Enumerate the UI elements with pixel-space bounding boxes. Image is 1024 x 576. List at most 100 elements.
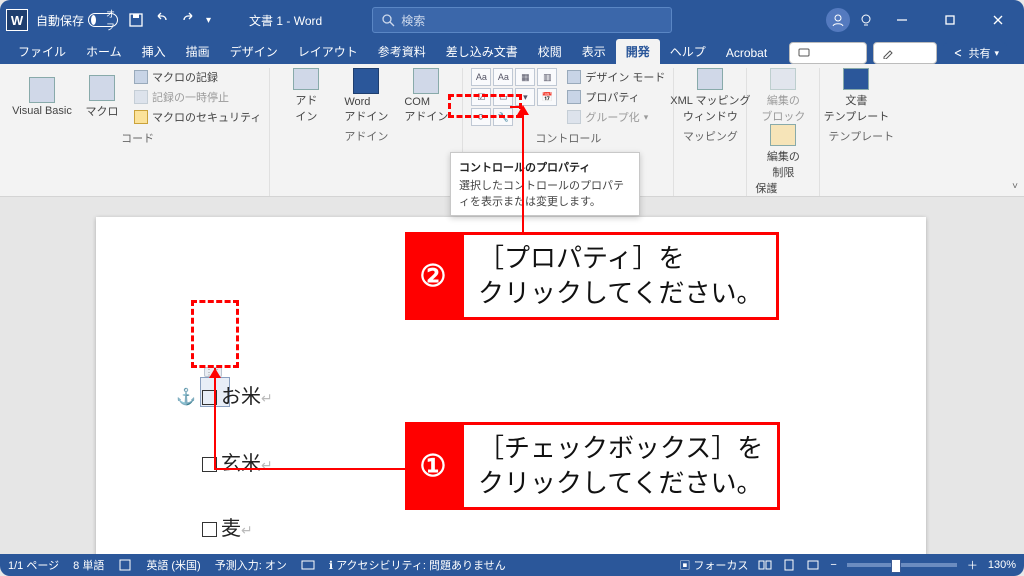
group-code: Visual Basic マクロ マクロの記録 記録の一時停止 マクロのセキュリ…	[6, 68, 270, 196]
group-controls-button[interactable]: グループ化▾	[567, 108, 665, 126]
callout-2-number: ②	[405, 232, 461, 320]
addins-button[interactable]: アド イン	[278, 68, 334, 124]
comments-button[interactable]: コメント	[789, 42, 867, 64]
status-page[interactable]: 1/1 ページ	[8, 557, 59, 573]
search-box[interactable]: 検索	[372, 7, 672, 33]
word-addins-button[interactable]: Word アドイン	[338, 68, 394, 124]
tab-developer[interactable]: 開発	[616, 39, 660, 64]
template-icon	[843, 68, 869, 90]
com-addins-button[interactable]: COM アドイン	[398, 68, 454, 124]
save-icon[interactable]	[128, 12, 144, 28]
undo-icon[interactable]	[154, 12, 170, 28]
buildingblock-control-icon[interactable]: ▥	[537, 68, 557, 86]
zoom-out-button[interactable]: −	[830, 559, 836, 571]
macro-icon	[89, 75, 115, 101]
share-icon	[952, 47, 964, 59]
richtext-control-icon[interactable]: Aa	[471, 68, 491, 86]
group-addins: アド イン Word アドイン COM アドイン アドイン	[270, 68, 463, 196]
picture-control-icon[interactable]: ▦	[515, 68, 535, 86]
titlebar: W 自動保存 オフ ▾ 文書 1 - Word 検索	[0, 0, 1024, 40]
tab-insert[interactable]: 挿入	[132, 39, 176, 64]
block-icon	[770, 68, 796, 90]
group-label-protect: 保護	[755, 180, 811, 196]
tab-design[interactable]: デザイン	[220, 39, 288, 64]
focus-mode-button[interactable]: ▣ フォーカス	[679, 557, 748, 573]
tab-home[interactable]: ホーム	[76, 39, 132, 64]
window-close-button[interactable]	[978, 6, 1018, 34]
anchor-icon: ⚓	[176, 387, 196, 407]
window-minimize-button[interactable]	[882, 6, 922, 34]
macros-button[interactable]: マクロ	[74, 69, 130, 125]
arrow-head-2	[517, 105, 529, 115]
callout-1-number: ①	[405, 422, 461, 510]
zoom-slider[interactable]	[847, 563, 957, 567]
properties-button[interactable]: プロパティ	[567, 88, 665, 106]
tab-help[interactable]: ヘルプ	[660, 39, 716, 64]
macro-security-button[interactable]: マクロのセキュリティ	[134, 108, 261, 126]
xml-icon	[697, 68, 723, 90]
controls-gallery[interactable]: Aa Aa ▦ ▥ ☑ ▭ ▾ 📅 ⟳ 🔧	[471, 68, 557, 126]
group-label-addins: アドイン	[278, 124, 454, 148]
callout-1-text: ［チェックボックス］を クリックしてください。	[461, 422, 780, 510]
tab-layout[interactable]: レイアウト	[288, 39, 368, 64]
tab-draw[interactable]: 描画	[176, 39, 220, 64]
legacy-tools-icon[interactable]: 🔧	[493, 108, 513, 126]
word-app-icon: W	[6, 9, 28, 31]
tab-acrobat[interactable]: Acrobat	[716, 42, 777, 64]
ribbon-collapse-icon[interactable]: ˅	[1012, 181, 1018, 192]
repeating-control-icon[interactable]: ⟳	[471, 108, 491, 126]
group-mapping: XML マッピング ウィンドウ マッピング	[674, 68, 747, 196]
redo-icon[interactable]	[180, 12, 196, 28]
plaintext-control-icon[interactable]: Aa	[493, 68, 513, 86]
status-accessibility[interactable]: ℹ アクセシビリティ: 問題ありません	[329, 557, 506, 573]
status-language[interactable]: 英語 (米国)	[146, 557, 200, 573]
design-mode-button[interactable]: デザイン モード	[567, 68, 665, 86]
date-control-icon[interactable]: 📅	[537, 88, 557, 106]
combobox-control-icon[interactable]: ▭	[493, 88, 513, 106]
share-button[interactable]: 共有▾	[943, 42, 1008, 64]
dropdown-control-icon[interactable]: ▾	[515, 88, 535, 106]
properties-tooltip: コントロールのプロパティ 選択したコントロールのプロパティを表示または変更します…	[450, 152, 640, 216]
web-layout-icon[interactable]	[806, 558, 820, 572]
status-predictive[interactable]: 予測入力: オン	[215, 557, 287, 573]
toggle-icon[interactable]: オフ	[88, 13, 118, 27]
autosave-label: 自動保存	[36, 12, 84, 29]
tab-references[interactable]: 参考資料	[368, 39, 436, 64]
tab-review[interactable]: 校閲	[528, 39, 572, 64]
lightbulb-icon[interactable]	[858, 12, 874, 28]
addin-icon	[293, 68, 319, 90]
block-authors-button[interactable]: 編集の ブロック	[755, 68, 811, 124]
autosave-toggle[interactable]: 自動保存 オフ	[36, 12, 118, 29]
tab-mailings[interactable]: 差し込み文書	[436, 39, 528, 64]
xml-mapping-button[interactable]: XML マッピング ウィンドウ	[682, 68, 738, 124]
com-addin-icon	[413, 68, 439, 94]
account-avatar[interactable]	[826, 8, 850, 32]
vb-icon	[29, 77, 55, 103]
zoom-in-button[interactable]: ＋	[967, 557, 978, 573]
pause-icon	[134, 90, 148, 104]
group-label-mapping: マッピング	[682, 124, 738, 148]
group-template: 文書 テンプレート テンプレート	[820, 68, 902, 196]
window-maximize-button[interactable]	[930, 6, 970, 34]
checkbox-control-icon[interactable]: ☑	[471, 88, 491, 106]
comment-icon	[798, 47, 810, 59]
item-label-1: お米	[221, 386, 261, 408]
editing-mode-button[interactable]: 編集▾	[873, 42, 938, 64]
tab-file[interactable]: ファイル	[8, 39, 76, 64]
print-layout-icon[interactable]	[782, 558, 796, 572]
properties-icon	[567, 90, 581, 104]
checkbox-3[interactable]	[202, 522, 217, 537]
visual-basic-button[interactable]: Visual Basic	[14, 69, 70, 125]
read-mode-icon[interactable]	[758, 558, 772, 572]
pause-recording-button[interactable]: 記録の一時停止	[134, 88, 261, 106]
status-words[interactable]: 8 単語	[73, 557, 104, 573]
record-macro-button[interactable]: マクロの記録	[134, 68, 261, 86]
tab-view[interactable]: 表示	[572, 39, 616, 64]
status-display-icon[interactable]	[301, 558, 315, 572]
status-proofing-icon[interactable]	[118, 558, 132, 572]
callout-2-text: ［プロパティ］を クリックしてください。	[461, 232, 779, 320]
zoom-level[interactable]: 130%	[988, 559, 1016, 571]
restrict-editing-button[interactable]: 編集の 制限	[755, 124, 811, 180]
document-template-button[interactable]: 文書 テンプレート	[828, 68, 884, 124]
qat-overflow-icon[interactable]: ▾	[206, 15, 211, 26]
